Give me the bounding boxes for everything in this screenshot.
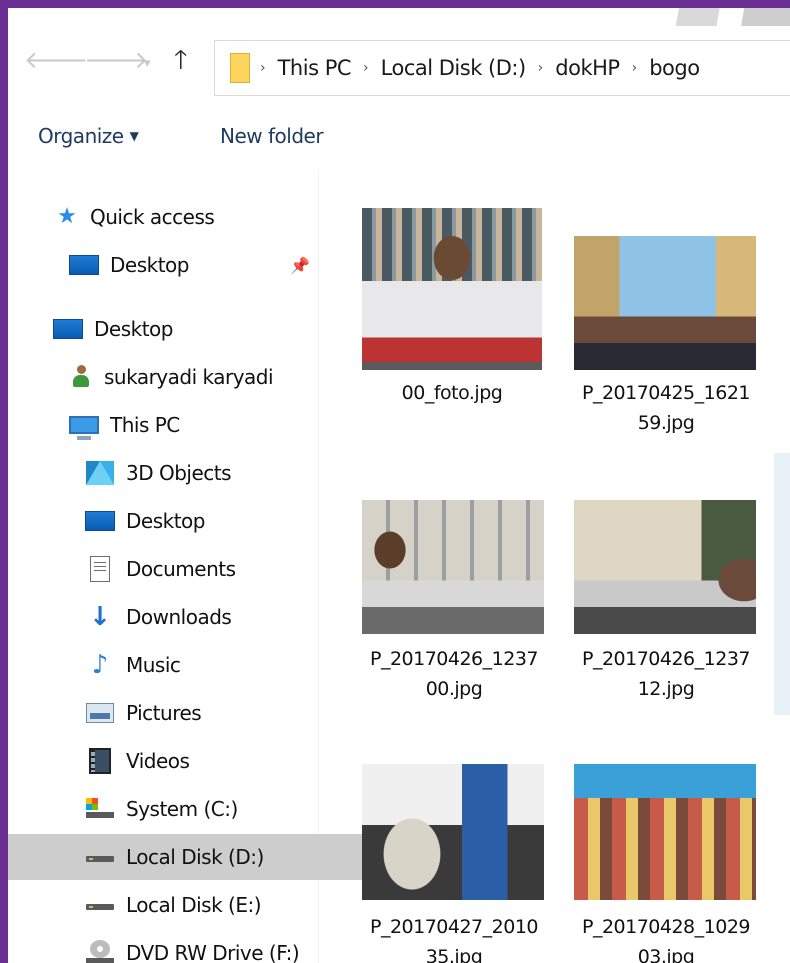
new-folder-button[interactable]: New folder <box>220 124 324 148</box>
breadcrumb-separator-icon[interactable]: › <box>632 60 638 76</box>
forward-button[interactable]: 🡒 <box>84 48 148 72</box>
file-thumbnail[interactable] <box>574 500 756 634</box>
nav-item-label: Pictures <box>126 701 202 725</box>
file-name-line: P_20170426_1237 <box>581 648 751 670</box>
nav-item-label: Desktop <box>126 509 205 533</box>
file-name[interactable]: P_20170425_1621 59.jpg <box>566 378 766 438</box>
file-name[interactable]: 00_foto.jpg <box>352 378 552 408</box>
nav-item-label: Downloads <box>126 605 232 629</box>
pin-icon[interactable]: 📌 <box>290 256 310 275</box>
music-note-icon: ♪ <box>91 650 109 680</box>
breadcrumb[interactable]: › This PC › Local Disk (D:) › dokHP › bo… <box>214 40 790 96</box>
dvd-drive-icon <box>84 940 116 963</box>
file-name[interactable]: P_20170427_2010 35.jpg <box>354 912 554 963</box>
nav-item-label: Desktop <box>110 253 189 277</box>
navigation-pane: ★ Quick access Desktop 📌 Desktop sukarya… <box>8 188 390 963</box>
video-icon <box>84 748 116 774</box>
system-drive-icon <box>84 796 116 822</box>
file-thumbnail[interactable] <box>574 764 756 900</box>
file-name-line: 03.jpg <box>637 946 695 963</box>
organize-label: Organize <box>38 124 124 148</box>
breadcrumb-item-local-disk-d[interactable]: Local Disk (D:) <box>381 56 527 80</box>
title-bar-corner <box>630 8 790 26</box>
file-name-line: P_20170428_1029 <box>581 916 751 938</box>
cube-icon <box>84 460 116 486</box>
download-icon: ↓ <box>89 602 111 632</box>
nav-item-label: System (C:) <box>126 797 238 821</box>
nav-item-label: Local Disk (D:) <box>126 845 264 869</box>
nav-item-label: DVD RW Drive (F:) <box>126 941 300 963</box>
file-name-line: 12.jpg <box>637 678 695 700</box>
up-button[interactable]: 🡑 <box>174 47 188 73</box>
nav-item-label: 3D Objects <box>126 461 232 485</box>
user-icon <box>68 364 94 390</box>
nav-item-label: sukaryadi karyadi <box>104 365 274 389</box>
file-name[interactable]: P_20170428_1029 03.jpg <box>566 912 766 963</box>
organize-button[interactable]: Organize ▼ <box>38 124 139 148</box>
breadcrumb-separator-icon[interactable]: › <box>363 60 369 76</box>
file-name[interactable]: P_20170426_1237 00.jpg <box>354 644 554 704</box>
nav-item-label: Music <box>126 653 181 677</box>
file-thumbnail[interactable] <box>362 500 544 634</box>
nav-item-label: Documents <box>126 557 236 581</box>
caret-down-icon: ▼ <box>129 129 139 143</box>
computer-icon <box>68 412 100 440</box>
breadcrumb-item-dokhp[interactable]: dokHP <box>555 56 620 80</box>
file-name[interactable]: P_20170426_1237 12.jpg <box>566 644 766 704</box>
nav-item-label: Local Disk (E:) <box>126 893 262 917</box>
nav-item-quick-access[interactable]: ★ Quick access <box>8 194 360 240</box>
breadcrumb-item-this-pc[interactable]: This PC <box>278 56 352 80</box>
file-name-line: 00.jpg <box>425 678 483 700</box>
nav-item-desktop[interactable]: Desktop <box>8 306 358 352</box>
document-icon <box>84 556 116 582</box>
nav-item-label: This PC <box>110 413 180 437</box>
desktop-icon <box>84 508 116 534</box>
scrollbar-thumb[interactable] <box>774 453 790 715</box>
file-thumbnail[interactable] <box>362 764 544 900</box>
drive-icon <box>84 892 116 918</box>
file-thumbnail[interactable] <box>362 208 542 370</box>
picture-icon <box>84 700 116 726</box>
command-bar: Organize ▼ New folder <box>8 104 790 170</box>
recent-locations-button[interactable]: ▾ <box>144 54 151 74</box>
nav-item-label: Quick access <box>90 205 215 229</box>
file-name-line: 00_foto.jpg <box>401 382 503 404</box>
desktop-icon <box>52 316 84 342</box>
file-name-line: P_20170427_2010 <box>369 916 539 938</box>
file-list: 00_foto.jpg P_20170425_1621 59.jpg P_2017… <box>320 170 790 963</box>
breadcrumb-item-bogo[interactable]: bogo <box>649 56 700 80</box>
file-name-line: 35.jpg <box>425 946 483 963</box>
file-name-line: 59.jpg <box>637 412 695 434</box>
nav-item-label: Videos <box>126 749 190 773</box>
back-button[interactable]: 🡐 <box>24 48 88 72</box>
breadcrumb-separator-icon[interactable]: › <box>538 60 544 76</box>
file-thumbnail[interactable] <box>574 236 756 370</box>
file-name-line: P_20170426_1237 <box>369 648 539 670</box>
file-explorer-window: 🡐 🡒 ▾ 🡑 › This PC › Local Disk (D:) › do… <box>8 8 790 963</box>
breadcrumb-separator-icon[interactable]: › <box>260 60 266 76</box>
desktop-icon <box>68 252 100 278</box>
file-name-line: P_20170425_1621 <box>581 382 751 404</box>
nav-item-label: Desktop <box>94 317 173 341</box>
star-icon: ★ <box>57 204 77 229</box>
drive-icon <box>84 844 116 870</box>
folder-icon <box>230 53 250 83</box>
